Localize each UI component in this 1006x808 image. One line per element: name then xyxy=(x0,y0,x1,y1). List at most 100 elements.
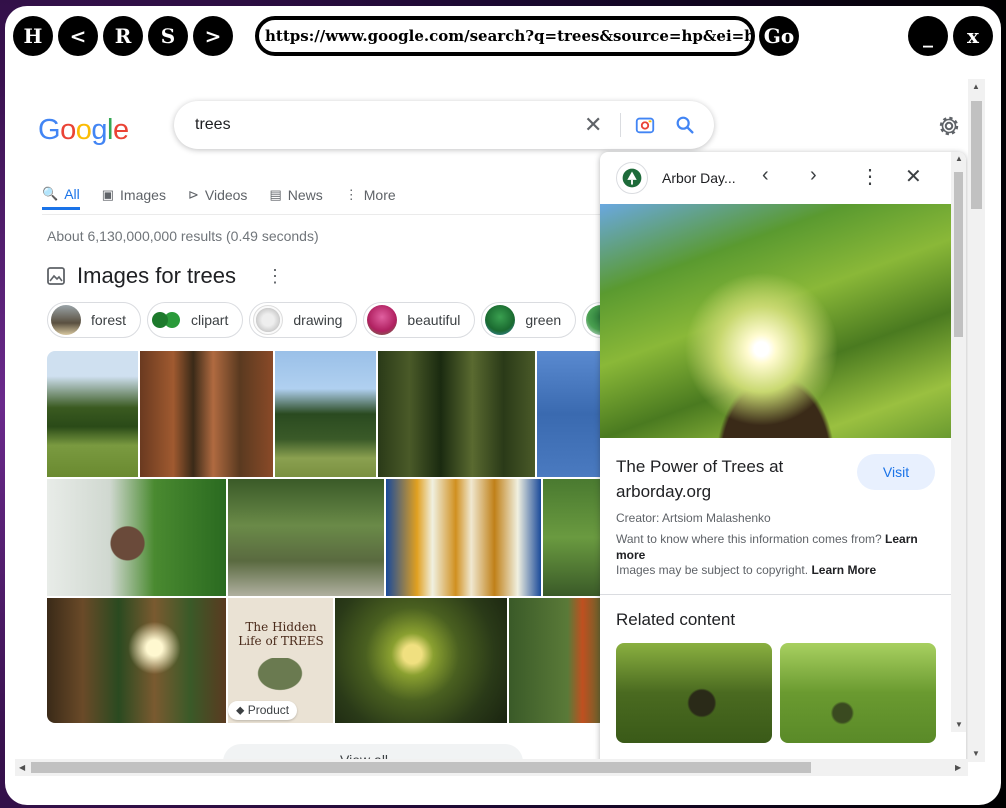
image-result[interactable] xyxy=(228,479,384,596)
image-preview-panel: Arbor Day... ‹ › ⋮ ✕ The Power of Trees … xyxy=(600,152,966,762)
copyright-notice: Images may be subject to copyright. xyxy=(616,563,809,577)
chip-forest[interactable]: forest xyxy=(47,302,142,338)
image-icon xyxy=(47,267,65,285)
scroll-down-arrow-icon[interactable]: ▼ xyxy=(972,749,980,758)
tab-videos[interactable]: ⊳ Videos xyxy=(188,180,247,210)
image-result[interactable] xyxy=(47,479,226,596)
search-tabs: 🔍 All ▣ Images ⊳ Videos ▤ News ⋮ More xyxy=(42,180,418,214)
product-label: Product xyxy=(247,703,290,717)
chip-beautiful[interactable]: beautiful xyxy=(363,302,476,338)
forward-button[interactable]: > xyxy=(193,16,233,56)
chevron-left-icon[interactable]: ‹ xyxy=(762,164,769,187)
chevron-right-icon[interactable]: › xyxy=(810,164,817,187)
tab-label: All xyxy=(64,185,80,202)
preview-title[interactable]: The Power of Trees at arborday.org xyxy=(616,454,836,504)
chip-label: green xyxy=(525,312,562,328)
source-name[interactable]: Arbor Day... xyxy=(662,170,736,186)
search-divider xyxy=(620,113,621,137)
more-vert-icon[interactable]: ⋮ xyxy=(266,266,284,287)
browser-window: H < R S > https://www.google.com/search?… xyxy=(5,6,1001,805)
google-logo[interactable]: Google xyxy=(38,114,129,147)
close-panel-icon[interactable]: ✕ xyxy=(905,164,922,189)
chip-thumbnail xyxy=(51,305,81,335)
image-result[interactable] xyxy=(543,479,607,596)
chip-clipart[interactable]: clipart xyxy=(147,302,244,338)
more-vert-icon[interactable]: ⋮ xyxy=(860,164,880,189)
home-button[interactable]: H xyxy=(13,16,53,56)
arbor-day-favicon xyxy=(616,162,648,194)
panel-scrollbar[interactable]: ▲ ▼ xyxy=(951,152,966,732)
visit-button[interactable]: Visit xyxy=(857,454,935,490)
chip-thumbnail xyxy=(151,305,182,335)
panel-header: Arbor Day... ‹ › ⋮ ✕ xyxy=(600,152,966,204)
related-image[interactable] xyxy=(780,643,936,743)
logo-letter: o xyxy=(60,114,76,146)
tag-icon: ⬥ xyxy=(236,703,245,717)
image-result[interactable] xyxy=(47,598,226,723)
scroll-down-arrow-icon[interactable]: ▼ xyxy=(955,720,963,729)
image-result[interactable] xyxy=(509,598,607,723)
more-vert-icon: ⋮ xyxy=(344,187,358,202)
tab-news[interactable]: ▤ News xyxy=(269,180,322,210)
image-result[interactable] xyxy=(140,351,273,477)
chip-green[interactable]: green xyxy=(481,302,577,338)
news-icon: ▤ xyxy=(269,187,282,202)
creator-credit: Creator: Artsiom Malashenko xyxy=(616,511,771,525)
horizontal-scroll-thumb[interactable] xyxy=(31,762,811,773)
search-icon[interactable] xyxy=(674,114,696,136)
search-input[interactable]: trees xyxy=(195,116,231,134)
scroll-up-arrow-icon[interactable]: ▲ xyxy=(955,154,963,163)
page-content: Google trees ✕ 🔍 All ▣ Images ⊳ Videos ▤… xyxy=(15,76,968,762)
tab-images[interactable]: ▣ Images xyxy=(102,180,166,210)
chip-label: clipart xyxy=(191,312,229,328)
go-button[interactable]: Go xyxy=(759,16,799,56)
scroll-up-arrow-icon[interactable]: ▲ xyxy=(972,82,980,91)
preview-image[interactable] xyxy=(600,204,951,438)
search-box[interactable]: trees ✕ xyxy=(174,101,714,149)
images-heading[interactable]: Images for trees xyxy=(77,263,236,289)
tab-label: News xyxy=(287,187,323,203)
tab-all[interactable]: 🔍 All xyxy=(42,180,80,210)
image-result[interactable] xyxy=(386,479,541,596)
image-result[interactable] xyxy=(537,351,607,477)
chip-drawing[interactable]: drawing xyxy=(249,302,358,338)
panel-divider xyxy=(600,594,951,595)
horizontal-scrollbar[interactable]: ◀ ▶ xyxy=(15,759,968,776)
images-section-header: Images for trees ⋮ xyxy=(47,263,284,289)
image-chips: forest clipart drawing beautiful green xyxy=(47,302,636,338)
play-icon: ⊳ xyxy=(187,187,199,202)
reload-button[interactable]: R xyxy=(103,16,143,56)
scroll-left-arrow-icon[interactable]: ◀ xyxy=(19,763,25,772)
info-text: Want to know where this information come… xyxy=(616,532,882,546)
product-badge: ⬥ Product xyxy=(228,701,298,720)
chip-thumbnail xyxy=(367,305,398,335)
image-result[interactable] xyxy=(335,598,507,723)
clear-icon[interactable]: ✕ xyxy=(584,112,602,138)
image-result[interactable] xyxy=(47,351,138,477)
camera-icon[interactable] xyxy=(634,114,656,136)
settings-gear-icon[interactable] xyxy=(937,114,961,138)
learn-more-copyright-link[interactable]: Learn More xyxy=(811,563,876,577)
minimize-button[interactable]: _ xyxy=(908,16,948,56)
chip-label: drawing xyxy=(293,312,343,328)
chip-thumbnail xyxy=(485,305,516,335)
info-source-text: Want to know where this information come… xyxy=(616,531,934,563)
panel-scroll-thumb[interactable] xyxy=(954,172,963,337)
chip-thumbnail xyxy=(253,305,284,335)
back-button[interactable]: < xyxy=(58,16,98,56)
image-grid: The Hidden Life of TREES xyxy=(47,351,607,723)
logo-letter: g xyxy=(91,114,107,146)
related-image[interactable] xyxy=(616,643,772,743)
scroll-right-arrow-icon[interactable]: ▶ xyxy=(955,763,961,772)
copyright-text: Images may be subject to copyright. Lear… xyxy=(616,563,876,577)
close-button[interactable]: x xyxy=(953,16,993,56)
vertical-scrollbar[interactable]: ▲ ▼ xyxy=(968,79,985,762)
image-result[interactable] xyxy=(275,351,376,477)
tab-more[interactable]: ⋮ More xyxy=(345,180,396,210)
image-result[interactable] xyxy=(378,351,535,477)
image-icon: ▣ xyxy=(101,187,115,202)
stop-button[interactable]: S xyxy=(148,16,188,56)
search-icon: 🔍 xyxy=(42,185,59,201)
url-field[interactable]: https://www.google.com/search?q=trees&so… xyxy=(255,16,755,56)
vertical-scroll-thumb[interactable] xyxy=(971,101,982,209)
